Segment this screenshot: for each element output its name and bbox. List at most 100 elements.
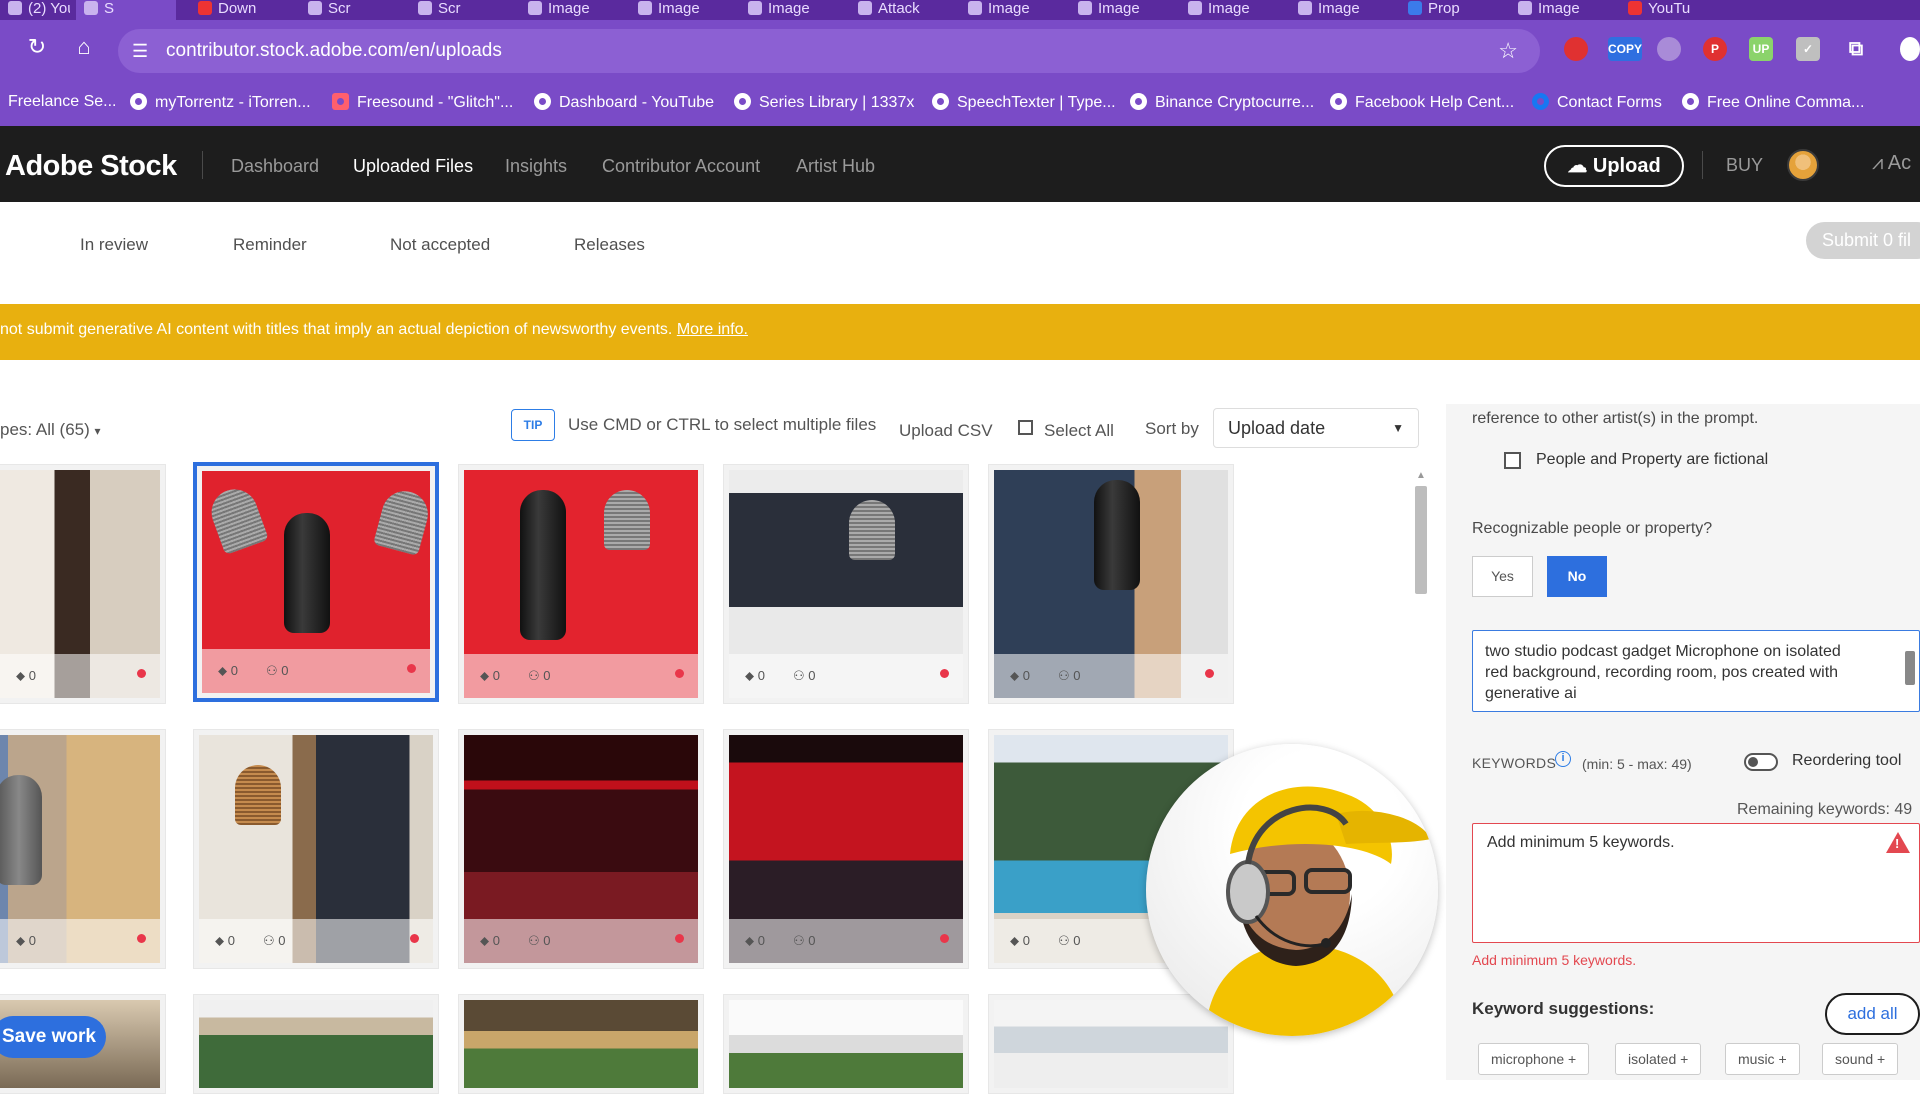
extension-record-icon[interactable] — [1564, 37, 1588, 61]
browser-tab[interactable]: Image — [1070, 0, 1175, 20]
nav-insights[interactable]: Insights — [505, 156, 567, 177]
browser-tab[interactable]: Image — [740, 0, 845, 20]
profile-icon[interactable] — [1900, 37, 1920, 61]
bookmark-item[interactable]: Contact Forms — [1532, 93, 1662, 112]
home-icon[interactable]: ⌂ — [71, 34, 97, 60]
bookmark-item[interactable]: Dashboard - YouTube — [534, 93, 714, 112]
browser-tab[interactable]: YouTu — [1620, 0, 1725, 20]
tab-reminder[interactable]: Reminder — [233, 235, 307, 255]
thumbnail-card[interactable] — [193, 994, 439, 1094]
microphone-graphic — [373, 486, 433, 556]
bookmark-item[interactable]: Facebook Help Cent... — [1330, 93, 1514, 112]
browser-tab[interactable]: Scr — [300, 0, 405, 20]
thumbnail-card[interactable]: ⬥ 0 ⚇ 0 — [458, 729, 704, 969]
scrollbar-thumb[interactable] — [1415, 486, 1427, 594]
browser-tab[interactable]: Image — [1510, 0, 1615, 20]
copy-extension-icon[interactable]: COPY — [1608, 37, 1642, 61]
browser-tab[interactable]: Down — [190, 0, 295, 20]
browser-tab[interactable]: Attack — [850, 0, 955, 20]
browser-tab[interactable]: Image — [630, 0, 735, 20]
status-dot — [675, 669, 684, 678]
bookmark-star-icon[interactable]: ☆ — [1498, 38, 1518, 64]
upload-csv-button[interactable]: Upload CSV — [899, 421, 993, 441]
yes-button[interactable]: Yes — [1472, 556, 1533, 597]
nav-dashboard[interactable]: Dashboard — [231, 156, 319, 177]
browser-tab[interactable]: (2) You — [0, 0, 70, 20]
avatar[interactable] — [1787, 149, 1819, 181]
browser-tab[interactable]: Image — [1180, 0, 1285, 20]
check-extension-icon[interactable]: ✓ — [1796, 37, 1820, 61]
browser-tab[interactable]: Prop — [1400, 0, 1505, 20]
upwork-extension-icon[interactable]: UP — [1749, 37, 1773, 61]
people-count: ⚇ 0 — [793, 668, 816, 683]
fictional-label[interactable]: People and Property are fictional — [1536, 451, 1768, 469]
grid-scrollbar[interactable]: ▲ — [1412, 470, 1428, 1080]
bookmark-item[interactable]: myTorrentz - iTorren... — [130, 93, 311, 112]
browser-tab[interactable]: Image — [960, 0, 1065, 20]
adobe-stock-logo[interactable]: Adobe Stock — [5, 150, 177, 183]
no-button[interactable]: No — [1547, 556, 1607, 597]
sort-select[interactable]: Upload date ▼ — [1213, 408, 1419, 448]
card-meta: ⬥ 0 ⚇ 0 — [202, 649, 430, 693]
reordering-toggle[interactable] — [1744, 753, 1778, 771]
thumbnail-card[interactable] — [458, 994, 704, 1094]
tab-not-accepted[interactable]: Not accepted — [390, 235, 490, 255]
pinterest-icon[interactable]: P — [1703, 37, 1727, 61]
select-all-label[interactable]: Select All — [1044, 421, 1114, 441]
bookmark-item[interactable]: Freesound - "Glitch"... — [332, 93, 513, 112]
bookmark-item[interactable]: Free Online Comma... — [1682, 93, 1864, 112]
keywords-limits: (min: 5 - max: 49) — [1582, 756, 1692, 772]
thumbnail-card-selected[interactable]: ⬥ 0 ⚇ 0 — [193, 462, 439, 702]
tab-label: YouTu — [1648, 0, 1691, 17]
add-all-button[interactable]: add all — [1825, 993, 1920, 1035]
spark-extension-icon[interactable] — [1657, 37, 1681, 61]
status-dot — [940, 934, 949, 943]
keyword-suggestion-chip[interactable]: sound + — [1822, 1043, 1899, 1075]
nav-artist-hub[interactable]: Artist Hub — [796, 156, 875, 177]
tab-in-review[interactable]: In review — [80, 235, 148, 255]
submit-files-button[interactable]: Submit 0 fil — [1806, 222, 1920, 259]
browser-tab[interactable]: Image — [1290, 0, 1395, 20]
adobe-menu[interactable]: ⩘ Ac — [1872, 152, 1911, 175]
extensions-puzzle-icon[interactable]: ⧉ — [1844, 37, 1868, 61]
thumbnail-card[interactable] — [988, 994, 1234, 1094]
nav-uploaded-files[interactable]: Uploaded Files — [353, 156, 473, 177]
thumbnail-card[interactable]: ⬥ 0 ⚇ 0 — [458, 464, 704, 704]
microphone-graphic — [0, 775, 42, 885]
buy-link[interactable]: BUY — [1726, 155, 1763, 176]
keyword-suggestion-chip[interactable]: music + — [1725, 1043, 1800, 1075]
bookmark-item[interactable]: SpeechTexter | Type... — [932, 93, 1116, 112]
select-all-checkbox[interactable] — [1018, 420, 1033, 435]
bookmark-item[interactable]: Binance Cryptocurre... — [1130, 93, 1314, 112]
fictional-checkbox[interactable] — [1504, 452, 1521, 469]
info-icon[interactable]: i — [1555, 751, 1571, 767]
thumbnail-card[interactable] — [723, 994, 969, 1094]
browser-tab[interactable]: Image — [520, 0, 625, 20]
save-work-button[interactable]: Save work — [0, 1016, 106, 1058]
upload-button[interactable]: ☁ Upload — [1544, 145, 1684, 187]
thumbnail-card[interactable]: ⬥ 0 ⚇ 0 — [193, 729, 439, 969]
scroll-up-icon[interactable]: ▲ — [1416, 470, 1426, 481]
card-meta: ⬥ 0 ⚇ 0 — [199, 919, 433, 963]
keywords-textarea[interactable]: Add minimum 5 keywords. — [1472, 823, 1920, 943]
thumbnail-card[interactable]: ⬥ 0 — [0, 464, 166, 704]
thumbnail-card[interactable]: ⬥ 0 ⚇ 0 — [723, 464, 969, 704]
browser-tab[interactable]: Scr — [410, 0, 515, 20]
thumbnail-card[interactable]: ⬥ 0 ⚇ 0 — [723, 729, 969, 969]
more-info-link[interactable]: More info. — [677, 321, 748, 338]
thumbnail-card[interactable]: ⬥ 0 — [0, 729, 166, 969]
reload-icon[interactable]: ↻ — [24, 34, 50, 60]
keyword-suggestion-chip[interactable]: microphone + — [1478, 1043, 1590, 1075]
thumbnail-card[interactable]: ⬥ 0 ⚇ 0 — [988, 464, 1234, 704]
site-settings-icon[interactable]: ☰ — [132, 41, 148, 62]
title-textarea[interactable]: two studio podcast gadget Microphone on … — [1472, 630, 1920, 712]
textarea-scrollbar[interactable] — [1905, 651, 1915, 685]
bookmark-item[interactable]: Freelance Se... — [8, 93, 117, 111]
address-bar[interactable]: ☰ contributor.stock.adobe.com/en/uploads… — [118, 29, 1540, 73]
bookmark-item[interactable]: Series Library | 1337x — [734, 93, 914, 112]
keyword-suggestion-chip[interactable]: isolated + — [1615, 1043, 1702, 1075]
tab-releases[interactable]: Releases — [574, 235, 645, 255]
browser-tab-active[interactable]: S — [76, 0, 176, 20]
file-types-filter[interactable]: pes: All (65) ▾ — [0, 420, 101, 440]
nav-contributor-account[interactable]: Contributor Account — [602, 156, 760, 177]
